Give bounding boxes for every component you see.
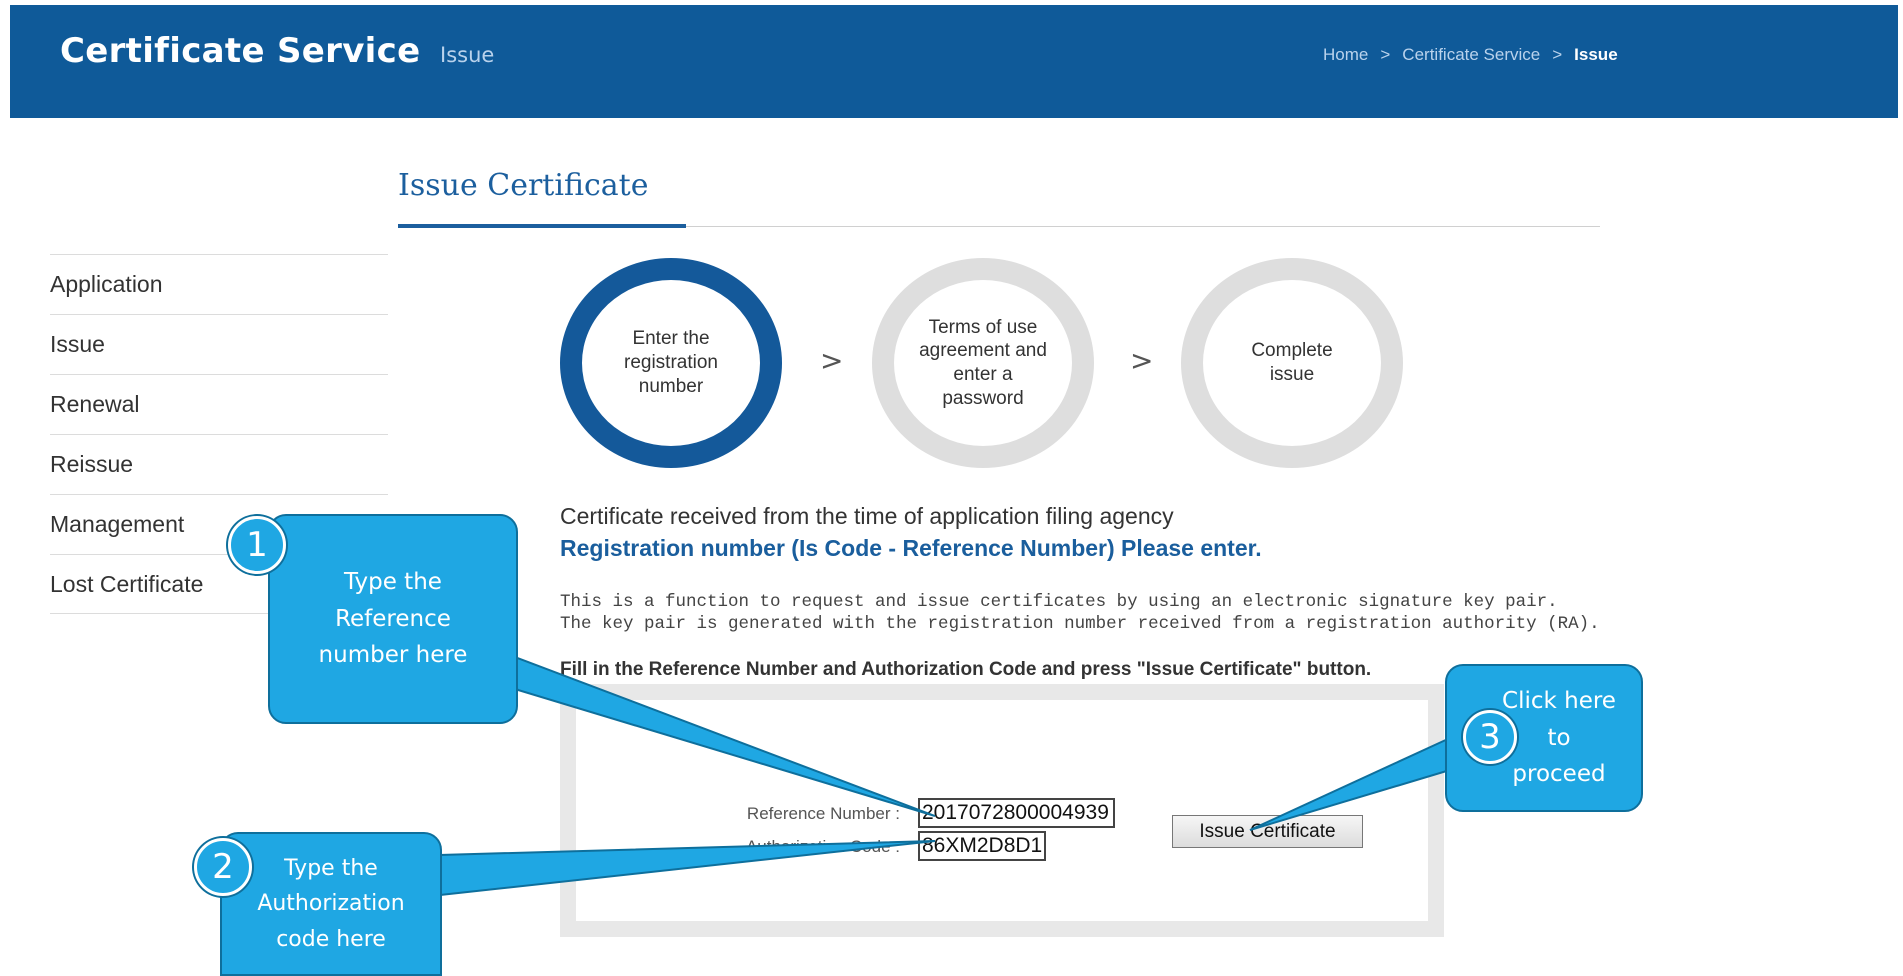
issue-certificate-button[interactable]: Issue Certificate xyxy=(1172,815,1363,848)
sidebar-item-label: Lost Certificate xyxy=(50,570,204,597)
callout-number-badge: 1 xyxy=(228,516,286,574)
title-accent-bar xyxy=(398,224,686,228)
reference-number-label: Reference Number : xyxy=(746,804,900,823)
step-label: Terms of use agreement and enter a passw… xyxy=(919,316,1047,409)
page-title: Issue Certificate xyxy=(398,168,649,203)
chevron-right-icon: > xyxy=(820,344,844,377)
sidebar-item-renewal[interactable]: Renewal xyxy=(50,374,388,434)
sidebar-item-issue[interactable]: Issue xyxy=(50,314,388,374)
callout-authorization-code: Type the Authorization code here xyxy=(220,832,442,976)
step-enter-registration-number: Enter the registration number xyxy=(560,258,782,468)
sidebar-item-reissue[interactable]: Reissue xyxy=(50,434,388,494)
breadcrumb-home[interactable]: Home xyxy=(1323,45,1368,64)
app-title: Certificate Service xyxy=(60,31,421,71)
step-label: Complete issue xyxy=(1251,340,1333,385)
description-line: The key pair is generated with the regis… xyxy=(560,614,1600,634)
top-header: Certificate Service Issue Home > Certifica… xyxy=(10,5,1898,118)
callout-text: Type the Authorization code here xyxy=(257,856,405,952)
step-complete-issue: Complete issue xyxy=(1181,258,1403,468)
sidebar-item-label: Reissue xyxy=(50,451,134,477)
step-label: Enter the registration number xyxy=(624,328,718,397)
step-terms-and-password: Terms of use agreement and enter a passw… xyxy=(872,258,1094,468)
intro-text: Certificate received from the time of ap… xyxy=(560,503,1174,529)
breadcrumb-separator: > xyxy=(1552,45,1563,64)
sidebar-item-label: Issue xyxy=(50,331,105,357)
breadcrumb-current: Issue xyxy=(1574,45,1618,64)
callout-reference-number: Type the Reference number here xyxy=(268,514,518,724)
breadcrumb: Home > Certificate Service > Issue xyxy=(1323,45,1618,65)
reference-number-input[interactable] xyxy=(918,798,1115,828)
chevron-right-icon: > xyxy=(1130,344,1154,377)
sidebar-item-application[interactable]: Application xyxy=(50,254,388,314)
description-line: This is a function to request and issue … xyxy=(560,592,1558,612)
callout-number-badge: 2 xyxy=(194,838,252,896)
sidebar-item-label: Management xyxy=(50,511,185,537)
breadcrumb-separator: > xyxy=(1380,45,1391,64)
sidebar-item-label: Renewal xyxy=(50,391,140,417)
authorization-code-input[interactable] xyxy=(918,831,1046,861)
callout-number-badge: 3 xyxy=(1463,710,1517,764)
authorization-code-label: Authorization Code : xyxy=(745,837,900,856)
intro-highlight: Registration number (Is Code - Reference… xyxy=(560,535,1262,561)
sidebar-item-label: Application xyxy=(50,271,163,297)
header-subtitle: Issue xyxy=(440,43,495,67)
callout-text: Type the Reference number here xyxy=(318,568,468,669)
instruction-text: Fill in the Reference Number and Authori… xyxy=(560,659,1372,680)
breadcrumb-certificate-service[interactable]: Certificate Service xyxy=(1402,45,1540,64)
